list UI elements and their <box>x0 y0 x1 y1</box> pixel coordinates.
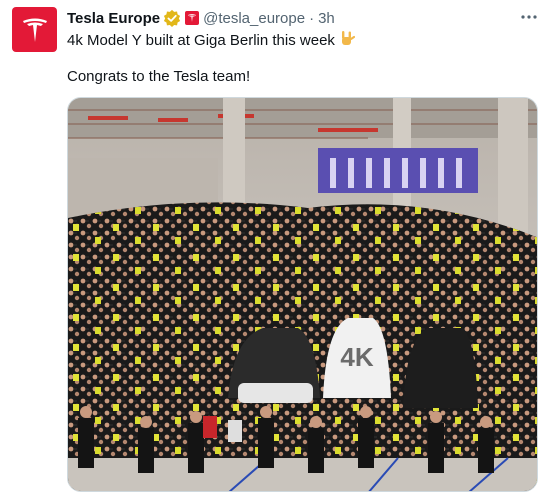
sign-4k-text: 4K <box>340 342 373 372</box>
gold-verified-icon[interactable] <box>163 9 181 27</box>
tweet[interactable]: Tesla Europe @tesla_europe · 3h 4k Model… <box>0 0 550 498</box>
separator-dot: · <box>309 9 315 27</box>
tweet-header: Tesla Europe @tesla_europe · 3h <box>67 8 335 28</box>
tesla-affiliation-icon[interactable] <box>185 11 200 25</box>
display-name[interactable]: Tesla Europe <box>67 10 160 27</box>
tweet-text-line2: Congrats to the Tesla team! <box>67 68 251 85</box>
crowd-photo[interactable]: 4K <box>67 97 538 492</box>
handle[interactable]: @tesla_europe <box>203 10 305 27</box>
timestamp[interactable]: 3h <box>318 10 335 27</box>
rock-on-hand-icon <box>339 30 356 51</box>
tweet-text: 4k Model Y built at Giga Berlin this wee… <box>67 32 335 49</box>
avatar[interactable] <box>12 7 57 52</box>
tesla-logo-icon <box>22 18 47 42</box>
factory-crowd-image: 4K <box>68 98 537 491</box>
more-horizontal-icon[interactable] <box>514 6 544 28</box>
tweet-text-line1: 4k Model Y built at Giga Berlin this wee… <box>67 30 356 51</box>
